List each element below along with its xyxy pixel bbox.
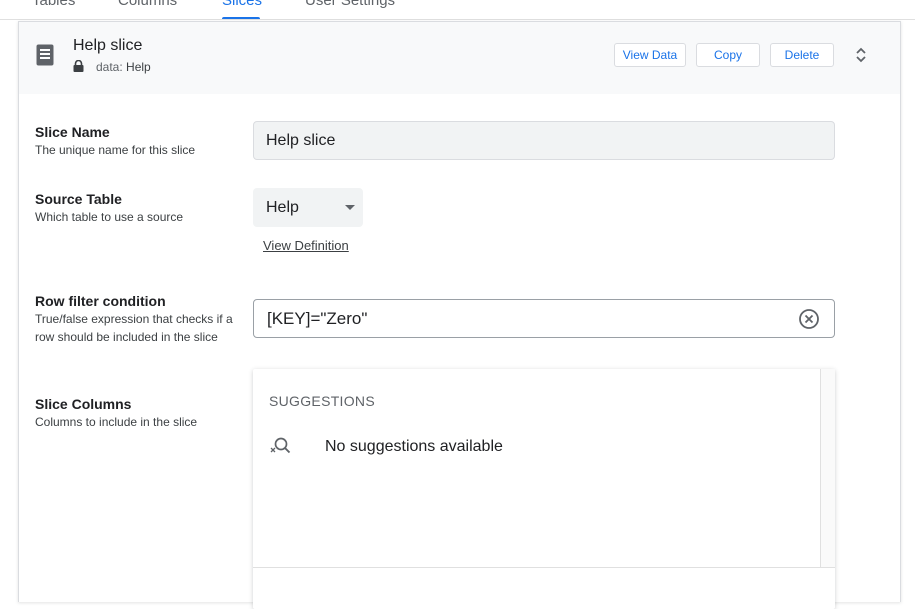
slice-columns-desc: Columns to include in the slice <box>35 415 198 429</box>
slice-title: Help slice <box>73 37 143 54</box>
row-filter-input[interactable]: [KEY]="Zero" <box>253 299 835 338</box>
suggestions-divider <box>253 567 835 568</box>
tab-divider <box>0 19 915 20</box>
clear-circle-icon[interactable] <box>798 308 820 330</box>
row-filter-label: Row filter condition <box>35 293 166 309</box>
search-off-icon <box>270 437 291 454</box>
suggestions-panel: SUGGESTIONS No suggestions available <box>253 369 835 609</box>
source-table-desc: Which table to use a source <box>35 210 184 224</box>
slice-source-info: data: Help <box>96 60 151 74</box>
delete-button[interactable]: Delete <box>770 43 834 67</box>
slice-name-desc: The unique name for this slice <box>35 143 196 157</box>
row-filter-desc: True/false expression that checks if a r… <box>35 312 233 344</box>
row-filter-value: [KEY]="Zero" <box>267 309 368 328</box>
source-value: Help <box>126 60 151 74</box>
slice-name-input[interactable]: Help slice <box>253 121 835 160</box>
tab-strip: Tables Columns Slices User Settings <box>0 0 915 20</box>
source-table-select[interactable]: Help <box>253 188 363 227</box>
slice-card-header[interactable]: Help slice data: Help View Data Copy Del… <box>19 22 900 94</box>
suggestions-heading: SUGGESTIONS <box>269 393 375 409</box>
view-definition-link[interactable]: View Definition <box>263 238 349 253</box>
no-suggestions-text: No suggestions available <box>325 438 503 455</box>
tab-columns[interactable]: Columns <box>118 0 177 9</box>
source-table-label: Source Table <box>35 191 122 207</box>
tab-user-settings[interactable]: User Settings <box>305 0 395 9</box>
copy-button[interactable]: Copy <box>696 43 760 67</box>
expand-collapse-icon[interactable] <box>854 47 868 63</box>
lock-icon <box>73 60 84 72</box>
view-data-button[interactable]: View Data <box>614 43 686 67</box>
tab-slices[interactable]: Slices <box>222 0 262 9</box>
slice-name-label: Slice Name <box>35 124 110 140</box>
dropdown-caret-icon <box>345 205 355 210</box>
source-prefix: data: <box>96 60 123 74</box>
slice-card: Help slice data: Help View Data Copy Del… <box>18 21 901 609</box>
slice-columns-label: Slice Columns <box>35 396 132 412</box>
tab-tables[interactable]: Tables <box>32 0 75 9</box>
source-table-value: Help <box>266 199 299 216</box>
book-icon <box>36 44 54 66</box>
suggestions-scrollbar[interactable] <box>820 369 835 567</box>
